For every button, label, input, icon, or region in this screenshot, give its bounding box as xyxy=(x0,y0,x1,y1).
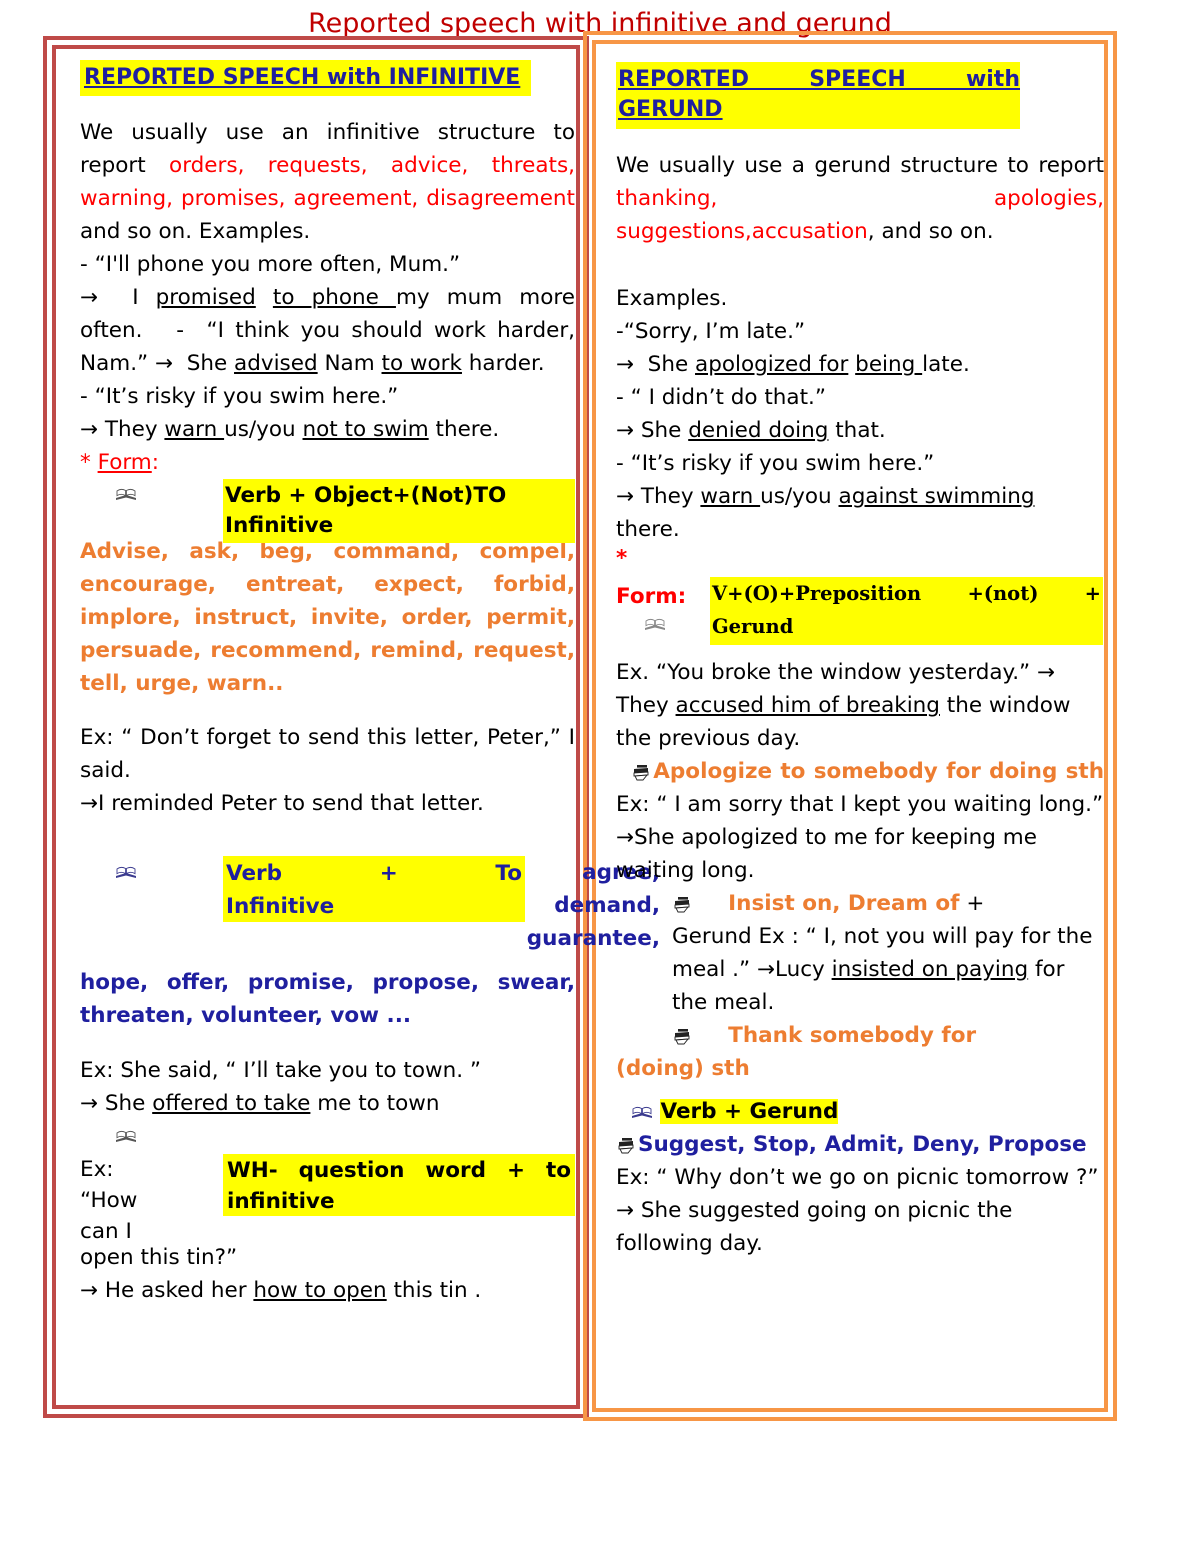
left-rule1-example-q: Ex: “ Don’t forget to send this letter, … xyxy=(80,725,575,783)
right-rule-insist-example: Gerund Ex : “ I, not you will pay for th… xyxy=(672,924,1093,1015)
left-intro-paragraph: We usually use an infinitive structure t… xyxy=(80,116,575,248)
left-example-2: → I promised to phone my mum more often.… xyxy=(80,285,575,376)
open-book-icon xyxy=(644,616,666,632)
left-rule1-example-a: →I reminded Peter to send that letter. xyxy=(80,791,484,816)
right-form-structure-line1: V+(O)+Preposition +(not) + xyxy=(712,582,1101,605)
stacked-books-icon xyxy=(631,764,653,781)
left-rule2-example-q: Ex: She said, “ I’ll take you to town. ” xyxy=(80,1057,482,1083)
right-intro-red-a: thanking, xyxy=(616,186,718,211)
right-form-structure-line2: Gerund xyxy=(712,615,794,638)
right-rule-apologize-example-q: Ex: “ I am sorry that I kept you waiting… xyxy=(616,792,1104,817)
left-column: REPORTED SPEECH with INFINITIVE We usual… xyxy=(80,60,660,1307)
right-rule-thank-head-line2: (doing) sth xyxy=(616,1056,750,1081)
right-intro-lead: We usually use a gerund structure to rep… xyxy=(616,153,1104,178)
right-rule-verb-gerund-example-a: → She suggested going on picnic the foll… xyxy=(616,1198,1013,1256)
left-rule2-box-row: Verb + To Infinitive agree, demand, guar… xyxy=(80,854,660,974)
stacked-books-icon xyxy=(672,1028,694,1045)
right-rule-apologize: Apologize to somebody for doing sth Ex: … xyxy=(616,755,1104,821)
right-intro-red-c: suggestions,accusation xyxy=(616,219,868,244)
right-rule-apologize-example-a: →She apologized to me for keeping me wai… xyxy=(616,825,1037,883)
right-rule-thank-head-line1: Thank somebody for xyxy=(728,1023,977,1048)
stacked-books-icon xyxy=(672,896,694,913)
stacked-books-icon xyxy=(616,1137,638,1154)
right-rule-insist-head-row: Insist on, Dream of + xyxy=(672,887,1104,920)
right-examples-label: Examples. xyxy=(616,286,728,311)
right-example-2: → She apologized for being late. xyxy=(616,352,970,377)
left-rule3-word-2: “How xyxy=(80,1187,138,1213)
open-book-icon xyxy=(115,1128,137,1144)
right-example-4: → She denied doing that. xyxy=(616,418,886,443)
left-rule3-word-1: Ex: xyxy=(80,1156,114,1182)
left-example-3: - “It’s risky if you swim here.” xyxy=(80,384,399,409)
right-rule-apologize-head: Apologize to somebody for doing sth xyxy=(653,759,1105,784)
left-rule3-structure: WH- question word + to infinitive xyxy=(223,1153,575,1216)
open-book-icon xyxy=(115,486,137,502)
left-rule2-structure-line1: Verb + To xyxy=(226,861,522,886)
left-rule3-example-a: → He asked her how to open this tin . xyxy=(80,1277,482,1303)
open-book-icon xyxy=(115,864,137,880)
right-example-5: - “It’s risky if you swim here.” xyxy=(616,451,935,476)
right-intro-paragraph: We usually use a gerund structure to rep… xyxy=(616,149,1104,248)
left-example-1: - “I'll phone you more often, Mum.” xyxy=(80,252,461,277)
right-column: REPORTED SPEECH with GERUND We usually u… xyxy=(616,62,1104,1260)
right-break-example: Ex. “You broke the window yesterday.” → … xyxy=(616,660,1071,751)
left-rule3-structure-line2: infinitive xyxy=(227,1188,335,1214)
right-example-6: → They warn us/you against swimming ther… xyxy=(616,484,1035,542)
left-rule2-structure-line2: Infinitive xyxy=(226,894,335,919)
right-rule-verb-gerund-verbs-row: Suggest, Stop, Admit, Deny, Propose xyxy=(616,1128,1104,1161)
left-rule1-structure: Verb + Object+(Not)TO Infinitive xyxy=(223,479,575,543)
right-rule-verb-gerund-example-q: Ex: “ Why don’t we go on picnic tomorrow… xyxy=(616,1165,1099,1190)
right-example-3: - “ I didn’t do that.” xyxy=(616,385,827,410)
left-rule3-word-3: can I xyxy=(80,1218,132,1244)
left-intro-tail: and so on. Examples. xyxy=(80,219,311,244)
right-example-1: -“Sorry, I’m late.” xyxy=(616,319,806,344)
right-form-box-row: Form: V+(O)+Preposition +(not) + Gerund xyxy=(616,572,1104,656)
left-column-heading: REPORTED SPEECH with INFINITIVE xyxy=(80,60,531,96)
right-intro-tail: , and so on. xyxy=(867,219,994,244)
left-rule3-box-row: Ex: “How can I WH- question word + to in… xyxy=(80,1130,575,1255)
left-rule2-structure: Verb + To Infinitive xyxy=(223,856,525,922)
left-form-label-text: Form xyxy=(97,450,152,475)
right-rule-verb-gerund-verbs: Suggest, Stop, Admit, Deny, Propose xyxy=(638,1132,1087,1157)
right-form-label: Form: xyxy=(616,584,687,609)
right-column-heading: REPORTED SPEECH with GERUND xyxy=(616,62,1020,129)
left-rule1-box-row: Verb + Object+(Not)TO Infinitive xyxy=(80,479,575,543)
right-heading-line1: REPORTED SPEECH with xyxy=(618,67,1020,92)
right-rule-thank-head-row: Thank somebody for xyxy=(672,1019,1104,1052)
right-heading-line2: GERUND xyxy=(618,97,723,122)
left-example-4: → They warn us/you not to swim there. xyxy=(80,417,500,442)
right-rule-insist: Insist on, Dream of + Gerund Ex : “ I, n… xyxy=(616,887,1104,1085)
right-intro-red-b: apologies, xyxy=(994,186,1104,211)
right-rule-verb-gerund-label: Verb + Gerund xyxy=(660,1099,839,1124)
right-rule-insist-head: Insist on, Dream of xyxy=(728,891,960,916)
left-rule1-verbs: Advise, ask, beg, command, compel, encou… xyxy=(80,538,575,696)
left-rule3-left-words: Ex: “How can I xyxy=(80,1154,220,1247)
open-book-icon xyxy=(631,1104,653,1120)
left-rule2-verbs-rest: hope, offer, promise, propose, swear, th… xyxy=(80,970,575,1028)
left-rule3-structure-line1: WH- question word + to xyxy=(227,1157,571,1183)
left-form-label: * Form: xyxy=(80,450,160,475)
right-form-asterisk: * xyxy=(616,546,628,571)
left-rule2-example-a: → She offered to take me to town xyxy=(80,1090,440,1116)
right-form-structure: V+(O)+Preposition +(not) + Gerund xyxy=(710,577,1103,645)
right-rule-verb-gerund-row: Verb + Gerund xyxy=(616,1095,1104,1128)
